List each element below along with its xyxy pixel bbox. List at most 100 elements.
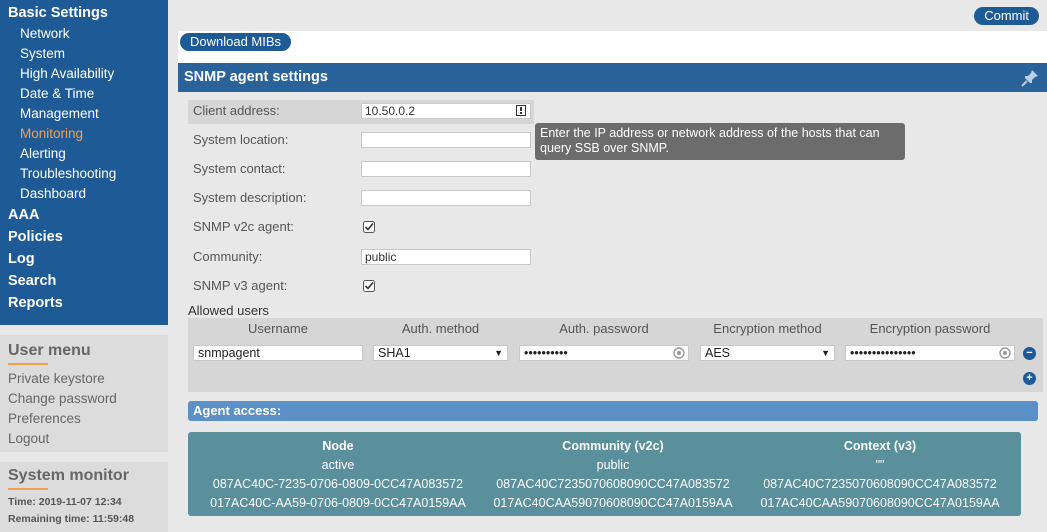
nav-network[interactable]: Network [0, 24, 168, 44]
header-encryption-password: Encryption password [869, 321, 991, 336]
nav-reports[interactable]: Reports [0, 292, 168, 314]
add-user-button[interactable]: + [1023, 372, 1036, 385]
snmp-v3-checkbox[interactable] [363, 280, 375, 292]
community-cell: 017AC40CAA59070608090CC47A0159AA [493, 496, 733, 510]
auth-password-input[interactable]: •••••••••• [519, 345, 689, 361]
chevron-down-icon: ▼ [821, 348, 830, 358]
client-address-row: Client address: 10.50.0.2 [188, 100, 534, 124]
system-description-label: System description: [193, 190, 307, 205]
username-input[interactable]: snmpagent [193, 345, 363, 361]
chevron-down-icon: ▼ [494, 348, 503, 358]
system-contact-row: System contact: [188, 158, 534, 182]
nav-high-availability[interactable]: High Availability [0, 64, 168, 84]
client-address-value: 10.50.0.2 [365, 104, 416, 118]
nav-alerting[interactable]: Alerting [0, 144, 168, 164]
nav-system[interactable]: System [0, 44, 168, 64]
auth-method-value: SHA1 [378, 346, 411, 360]
nav-policies[interactable]: Policies [0, 226, 168, 248]
community-column: Community (v2c) public 087AC40C723507060… [478, 437, 748, 513]
main-nav: Basic Settings Network System High Avail… [0, 0, 168, 325]
allowed-users-table: Username Auth. method Auth. password Enc… [188, 318, 1043, 392]
system-location-row: System location: [188, 129, 534, 153]
system-monitor-title: System monitor [8, 467, 129, 484]
snmp-v3-label: SNMP v3 agent: [193, 278, 288, 293]
system-contact-input[interactable] [361, 161, 531, 177]
link-logout[interactable]: Logout [0, 429, 168, 449]
nav-date-time[interactable]: Date & Time [0, 84, 168, 104]
agent-access-table: Node active 087AC40C-7235-0706-0809-0CC4… [188, 432, 1021, 516]
link-preferences[interactable]: Preferences [0, 409, 168, 429]
system-time: Time: 2019-11-07 12:34 [8, 496, 122, 508]
top-bar: Commit [178, 0, 1047, 31]
encryption-password-value: ••••••••••••••• [850, 346, 916, 360]
auth-method-select[interactable]: SHA1 ▼ [373, 345, 508, 361]
nav-log[interactable]: Log [0, 248, 168, 270]
community-row: Community: public [188, 246, 534, 270]
auth-password-value: •••••••••• [524, 346, 568, 360]
community-input[interactable]: public [361, 249, 531, 265]
pin-icon[interactable] [1021, 69, 1039, 87]
community-cell: public [596, 458, 630, 472]
community-cell: 087AC40C7235070608090CC47A083572 [496, 477, 730, 491]
encryption-password-input[interactable]: ••••••••••••••• [845, 345, 1015, 361]
snmp-v2c-label: SNMP v2c agent: [193, 219, 294, 234]
download-mibs-button[interactable]: Download MIBs [180, 33, 292, 51]
community-header: Community (v2c) [562, 439, 664, 453]
user-menu-underline [8, 363, 48, 365]
client-address-label: Client address: [193, 103, 280, 118]
node-cell: 087AC40C-7235-0706-0809-0CC47A083572 [212, 477, 464, 491]
nav-search[interactable]: Search [0, 270, 168, 292]
nav-management[interactable]: Management [0, 104, 168, 124]
snmp-v3-row: SNMP v3 agent: [188, 275, 534, 299]
sidebar: Basic Settings Network System High Avail… [0, 0, 168, 532]
node-cell: 017AC40C-AA59-0706-0809-0CC47A0159AA [210, 496, 466, 510]
node-cell: active [321, 458, 355, 472]
nav-basic-settings[interactable]: Basic Settings [0, 2, 168, 24]
header-encryption-method: Encryption method [713, 321, 822, 336]
snmp-settings-card: SNMP agent settings Client address: 10.5… [178, 63, 1047, 532]
nav-troubleshooting[interactable]: Troubleshooting [0, 164, 168, 184]
encryption-method-value: AES [705, 346, 731, 360]
system-description-row: System description: [188, 187, 534, 211]
system-location-input[interactable] [361, 132, 531, 148]
link-change-password[interactable]: Change password [0, 389, 168, 409]
agent-access-header: Agent access: [188, 401, 1038, 421]
node-header: Node [322, 439, 354, 453]
user-menu-panel: User menu Private keystore Change passwo… [0, 335, 168, 452]
header-auth-method: Auth. method [401, 321, 480, 336]
header-username: Username [248, 321, 308, 336]
user-menu-title: User menu [8, 342, 91, 359]
client-address-input[interactable]: 10.50.0.2 [361, 103, 531, 119]
header-auth-password: Auth. password [559, 321, 649, 336]
system-monitor-panel: System monitor Time: 2019-11-07 12:34 Re… [0, 462, 168, 532]
nav-dashboard[interactable]: Dashboard [0, 184, 168, 204]
reveal-password-icon[interactable] [673, 347, 685, 359]
card-title: SNMP agent settings [184, 69, 328, 85]
system-location-label: System location: [193, 132, 289, 147]
card-header: SNMP agent settings [178, 63, 1047, 92]
lock-icon [516, 105, 526, 116]
system-monitor-underline [8, 488, 48, 490]
allowed-users-label: Allowed users [188, 303, 269, 318]
remove-user-button[interactable]: − [1023, 347, 1036, 360]
context-cell: "" [875, 458, 885, 472]
commit-button[interactable]: Commit [974, 7, 1039, 25]
snmp-v2c-checkbox[interactable] [363, 221, 375, 233]
reveal-password-icon[interactable] [999, 347, 1011, 359]
system-contact-label: System contact: [193, 161, 286, 176]
remaining-time: Remaining time: 11:59:48 [8, 513, 135, 525]
encryption-method-select[interactable]: AES ▼ [700, 345, 835, 361]
community-label: Community: [193, 249, 263, 264]
node-column: Node active 087AC40C-7235-0706-0809-0CC4… [188, 437, 488, 513]
context-cell: 017AC40CAA59070608090CC47A0159AA [760, 496, 1000, 510]
context-header: Context (v3) [843, 439, 917, 453]
main-content: Commit Download MIBs SNMP agent settings… [178, 0, 1047, 532]
client-address-tooltip: Enter the IP address or network address … [535, 123, 905, 160]
system-description-input[interactable] [361, 190, 531, 206]
nav-aaa[interactable]: AAA [0, 204, 168, 226]
context-cell: 087AC40C7235070608090CC47A083572 [763, 477, 997, 491]
link-private-keystore[interactable]: Private keystore [0, 369, 168, 389]
context-column: Context (v3) "" 087AC40C7235070608090CC4… [745, 437, 1015, 513]
nav-monitoring[interactable]: Monitoring [0, 124, 168, 144]
snmp-v2c-row: SNMP v2c agent: [188, 216, 534, 240]
